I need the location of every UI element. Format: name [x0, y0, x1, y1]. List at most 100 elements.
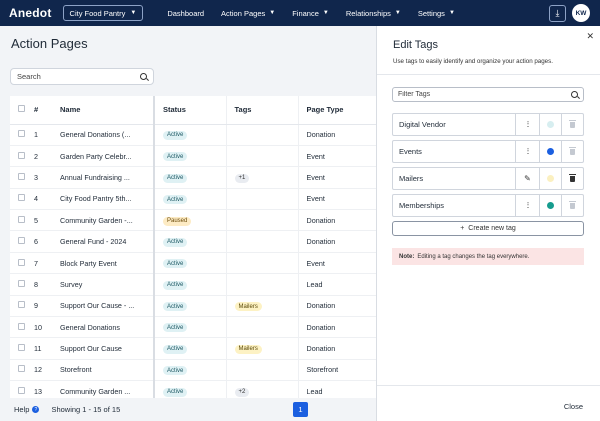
search-input[interactable] [17, 72, 140, 81]
status-badge: Active [163, 152, 188, 162]
table-footer: Help ? Showing 1 - 15 of 15 1 [0, 398, 376, 421]
row-status: Active [153, 316, 226, 339]
column-header-name[interactable]: Name [58, 96, 154, 125]
tag-badge[interactable]: +1 [234, 173, 250, 183]
download-icon[interactable]: ⤓ [549, 4, 566, 22]
search-icon[interactable] [571, 91, 578, 98]
row-checkbox[interactable] [10, 209, 34, 232]
close-button[interactable]: Close [564, 402, 583, 411]
row-status: Active [153, 380, 226, 398]
row-name-link[interactable]: Support Our Cause [58, 337, 154, 360]
tag-badge[interactable]: Mailers [234, 302, 262, 312]
row-name-link[interactable]: General Donations (... [58, 124, 154, 146]
row-tags [225, 273, 298, 296]
row-name-link[interactable]: General Fund - 2024 [58, 230, 154, 253]
row-name-link[interactable]: Community Garden -... [58, 209, 154, 232]
row-name-link[interactable]: Community Garden ... [58, 380, 154, 398]
row-name-link[interactable]: Survey [58, 273, 154, 296]
table-row[interactable]: 6 General Fund - 2024 Active Donation [10, 230, 376, 253]
row-checkbox[interactable] [10, 316, 34, 339]
trash-icon[interactable] [569, 173, 576, 182]
table-row[interactable]: 4 City Food Pantry 5th... Active Event [10, 188, 376, 211]
row-checkbox[interactable] [10, 380, 34, 398]
tag-badge[interactable]: Mailers [234, 344, 262, 354]
tag-row: Digital Vendor ⫶⫶ [392, 113, 584, 136]
tag-name[interactable]: Memberships [393, 201, 515, 210]
logo[interactable]: Anedot [9, 6, 52, 20]
row-name-link[interactable]: Storefront [58, 359, 154, 382]
row-page-type: Donation [297, 337, 376, 360]
tag-color [539, 141, 561, 162]
column-header-num[interactable]: # [34, 96, 58, 125]
row-name-link[interactable]: General Donations [58, 316, 154, 339]
help-link[interactable]: Help ? [14, 405, 40, 414]
tag-name[interactable]: Events [393, 147, 515, 156]
select-all-checkbox[interactable] [10, 96, 34, 125]
table-row[interactable]: 10 General Donations Active Donation [10, 316, 376, 339]
row-name-link[interactable]: City Food Pantry 5th... [58, 188, 154, 211]
drag-handle-icon[interactable]: ⫶⫶ [527, 147, 530, 157]
row-checkbox[interactable] [10, 124, 34, 146]
nav-action-pages[interactable]: Action Pages ▼ [221, 9, 275, 18]
trash-icon[interactable] [569, 146, 576, 155]
tag-badge[interactable]: +2 [234, 387, 250, 397]
trash-icon[interactable] [569, 119, 576, 128]
row-name-link[interactable]: Garden Party Celebr... [58, 145, 154, 168]
nav-label: Settings [417, 8, 445, 18]
close-icon[interactable]: ✕ [586, 31, 594, 42]
row-checkbox[interactable] [10, 273, 34, 296]
color-swatch[interactable] [547, 148, 554, 155]
nav-relationships[interactable]: Relationships ▼ [346, 9, 401, 18]
row-tags [225, 316, 298, 339]
table-row[interactable]: 9 Support Our Cause - ... Active Mailers Don… [10, 295, 376, 318]
row-checkbox[interactable] [10, 230, 34, 253]
row-name-link[interactable]: Support Our Cause - ... [58, 295, 154, 318]
table-row[interactable]: 11 Support Our Cause Active Mailers Donation [10, 337, 376, 360]
tag-name[interactable]: Mailers [393, 174, 515, 183]
status-badge: Paused [163, 216, 192, 226]
table-row[interactable]: 12 Storefront Active Storefront [10, 359, 376, 382]
table-row[interactable]: 2 Garden Party Celebr... Active Event [10, 145, 376, 168]
column-header-page-type[interactable]: Page Type [297, 96, 376, 125]
nav-dashboard[interactable]: Dashboard [167, 9, 204, 18]
column-header-status[interactable]: Status [153, 96, 226, 125]
org-selector[interactable]: City Food Pantry ▼ [62, 5, 144, 21]
filter-tags-input[interactable] [398, 91, 571, 98]
table-row[interactable]: 13 Community Garden ... Active +2 Lead [10, 380, 376, 398]
trash-icon[interactable] [569, 200, 576, 209]
row-checkbox[interactable] [10, 337, 34, 360]
page-button-current[interactable]: 1 [293, 402, 308, 417]
row-status: Active [153, 230, 226, 253]
row-name-link[interactable]: Block Party Event [58, 252, 154, 275]
row-checkbox[interactable] [10, 295, 34, 318]
color-swatch[interactable] [547, 202, 554, 209]
drag-handle-icon[interactable]: ⫶⫶ [527, 201, 530, 211]
avatar[interactable]: KW [572, 4, 590, 22]
color-swatch[interactable] [547, 121, 554, 128]
color-swatch[interactable] [547, 175, 554, 182]
row-checkbox[interactable] [10, 145, 34, 168]
row-checkbox[interactable] [10, 188, 34, 211]
table-row[interactable]: 8 Survey Active Lead [10, 273, 376, 296]
column-header-tags[interactable]: Tags [225, 96, 298, 125]
table-row[interactable]: 3 Annual Fundraising ... Active +1 Event [10, 166, 376, 189]
create-new-tag-button[interactable]: + Create new tag [392, 221, 584, 236]
nav-settings[interactable]: Settings ▼ [418, 9, 455, 18]
row-name-link[interactable]: Annual Fundraising ... [58, 166, 154, 189]
row-number: 5 [34, 209, 58, 232]
row-status: Active [153, 359, 226, 382]
table-row[interactable]: 5 Community Garden -... Paused Donation [10, 209, 376, 232]
row-checkbox[interactable] [10, 359, 34, 382]
edit-icon[interactable]: ✎ [524, 174, 531, 183]
search-icon[interactable] [140, 73, 147, 80]
row-page-type: Event [297, 252, 376, 275]
row-checkbox[interactable] [10, 166, 34, 189]
drag-handle-icon[interactable]: ⫶⫶ [527, 120, 530, 130]
tag-color [539, 114, 561, 135]
nav-finance[interactable]: Finance ▼ [292, 9, 329, 18]
table-row[interactable]: 1 General Donations (... Active Donation [10, 124, 376, 146]
row-checkbox[interactable] [10, 252, 34, 275]
tag-name[interactable]: Digital Vendor [393, 120, 515, 129]
table-row[interactable]: 7 Block Party Event Active Event [10, 252, 376, 275]
nav-label: Relationships [345, 8, 391, 18]
